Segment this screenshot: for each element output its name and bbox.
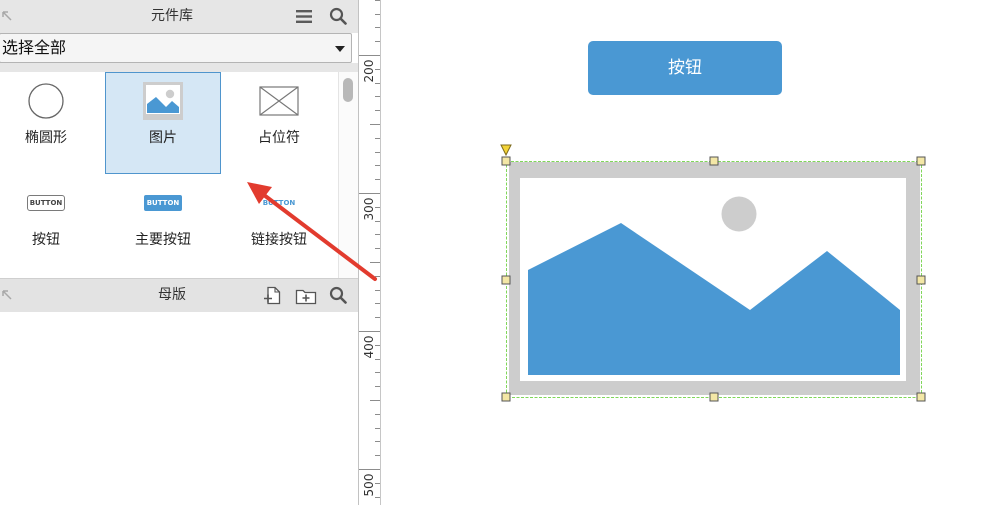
design-canvas[interactable]: 按钮 [381, 0, 1000, 505]
vertical-ruler: 200 300 400 500 [359, 0, 381, 505]
widget-icon-wrap: BUTTON [0, 184, 103, 222]
menu-icon[interactable] [296, 9, 312, 24]
masters-header: 母版 [0, 278, 358, 312]
widget-grid: 椭圆形 图片 占位符 BUTTON 按钮 BUTTON 主要按钮 BUTTON … [0, 72, 338, 278]
library-select-value: 选择全部 [2, 38, 67, 57]
resize-handle-top-right[interactable] [916, 156, 926, 166]
resize-handle-top-left[interactable] [501, 156, 511, 166]
widget-icon-wrap: BUTTON [106, 184, 220, 222]
panel-divider [0, 63, 358, 72]
widget-label: 椭圆形 [25, 130, 67, 146]
left-panel: 元件库 选择全部 椭圆形 图片 占位符 BUTTON 按钮 BUTTON 主要按… [0, 0, 359, 505]
add-master-icon[interactable] [263, 286, 282, 305]
resize-handle-bottom-right[interactable] [916, 392, 926, 402]
button-icon: BUTTON [27, 195, 65, 211]
widget-item-link-button[interactable]: BUTTON 链接按钮 [221, 174, 337, 276]
corner-triangle-handle[interactable] [500, 144, 512, 157]
image-sun-circle [721, 196, 757, 232]
widget-label: 图片 [149, 130, 177, 146]
search-icon[interactable] [329, 7, 347, 25]
image-widget[interactable] [500, 140, 930, 405]
image-icon [143, 82, 183, 120]
widget-item-image[interactable]: 图片 [105, 72, 221, 174]
ruler-label: 300 [362, 197, 376, 221]
widget-icon-wrap [106, 82, 220, 120]
widget-label: 链接按钮 [251, 232, 307, 248]
scrollbar-thumb[interactable] [343, 78, 353, 102]
chevron-down-icon [335, 46, 345, 52]
ruler-label: 400 [362, 335, 376, 359]
widget-icon-wrap [0, 82, 103, 120]
resize-handle-left[interactable] [501, 275, 511, 285]
widget-item-ellipse[interactable]: 椭圆形 [0, 72, 104, 174]
widget-label: 主要按钮 [135, 232, 191, 248]
search-icon[interactable] [329, 286, 347, 304]
ruler-label: 200 [362, 59, 376, 83]
widget-grid-scrollbar[interactable] [338, 72, 358, 278]
widget-library-header: 元件库 [0, 0, 358, 33]
widget-label: 占位符 [258, 130, 300, 146]
canvas-button[interactable]: 按钮 [588, 41, 782, 95]
primary-button-icon: BUTTON [144, 195, 182, 211]
ellipse-icon [28, 83, 64, 119]
resize-handle-right[interactable] [916, 275, 926, 285]
placeholder-icon [259, 86, 299, 116]
masters-title: 母版 [158, 287, 186, 303]
widget-item-primary-button[interactable]: BUTTON 主要按钮 [105, 174, 221, 276]
widget-item-button[interactable]: BUTTON 按钮 [0, 174, 104, 276]
resize-handle-bottom[interactable] [709, 392, 719, 402]
widget-item-placeholder[interactable]: 占位符 [221, 72, 337, 174]
image-placeholder-icon [509, 162, 920, 395]
app-window: 元件库 选择全部 椭圆形 图片 占位符 BUTTON 按钮 BUTTON 主要按… [0, 0, 1000, 505]
widget-icon-wrap: BUTTON [222, 184, 336, 222]
link-button-icon: BUTTON [262, 199, 296, 207]
resize-handle-bottom-left[interactable] [501, 392, 511, 402]
masters-list[interactable] [0, 312, 358, 505]
add-folder-icon[interactable] [295, 288, 317, 305]
resize-handle-top[interactable] [709, 156, 719, 166]
ruler-label: 500 [362, 473, 376, 497]
widget-label: 按钮 [32, 232, 60, 248]
library-select[interactable]: 选择全部 [0, 33, 352, 63]
canvas-button-label: 按钮 [668, 58, 702, 78]
widget-icon-wrap [222, 82, 336, 120]
widget-library-title: 元件库 [151, 8, 193, 24]
